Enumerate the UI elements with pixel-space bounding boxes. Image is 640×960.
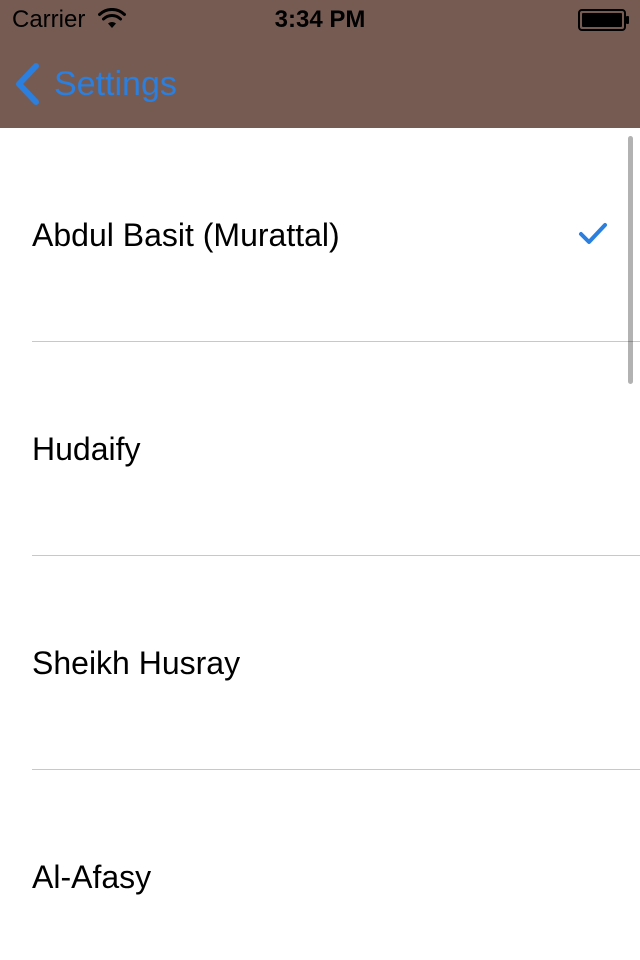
battery-icon bbox=[578, 9, 629, 31]
back-button-label: Settings bbox=[54, 65, 177, 103]
list-item-label: Sheikh Husray bbox=[32, 645, 241, 681]
checkmark-icon bbox=[579, 223, 607, 244]
list-item-al-afasy[interactable]: Al-Afasy bbox=[0, 770, 640, 960]
list-item-abdul-basit[interactable]: Abdul Basit (Murattal) bbox=[0, 128, 640, 342]
scroll-indicator[interactable] bbox=[628, 136, 633, 384]
list-item-hudaify[interactable]: Hudaify bbox=[0, 342, 640, 556]
reciter-list: Abdul Basit (Murattal) Hudaify Sheikh Hu… bbox=[0, 128, 640, 960]
status-bar: Carrier 3:34 PM bbox=[0, 0, 640, 40]
back-button[interactable]: Settings bbox=[12, 60, 177, 108]
list-item-label: Al-Afasy bbox=[32, 859, 152, 895]
chevron-left-icon bbox=[16, 63, 39, 105]
header: Carrier 3:34 PM Settings bbox=[0, 0, 640, 128]
list-item-label: Hudaify bbox=[32, 431, 141, 467]
navigation-bar: Settings bbox=[0, 40, 640, 128]
status-time: 3:34 PM bbox=[274, 6, 366, 33]
list-item-sheikh-husray[interactable]: Sheikh Husray bbox=[0, 556, 640, 770]
list-item-label: Abdul Basit (Murattal) bbox=[32, 217, 340, 253]
